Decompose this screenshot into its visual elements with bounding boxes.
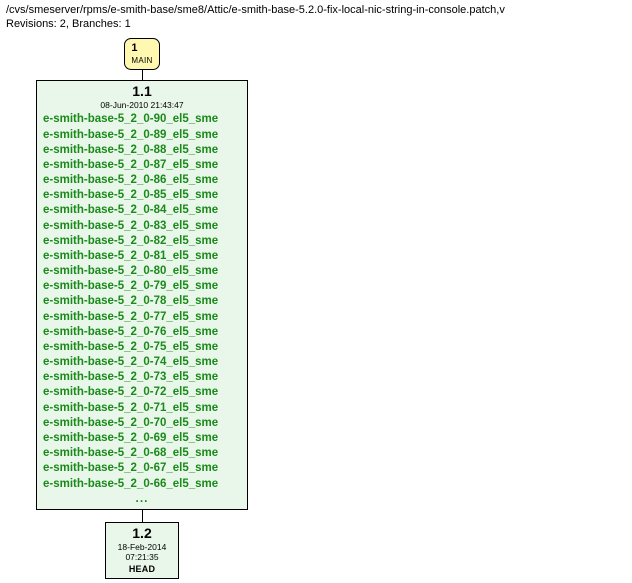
revision-tag: e-smith-base-5_2_0-74_el5_sme <box>43 355 241 370</box>
revision-date: 18-Feb-2014 07:21:35 <box>112 542 172 562</box>
revision-graph: 1 MAIN 1.1 08-Jun-2010 21:43:47 e-smith-… <box>6 36 626 579</box>
revision-node-1-1[interactable]: 1.1 08-Jun-2010 21:43:47 e-smith-base-5_… <box>36 80 248 510</box>
graph-column: 1 MAIN 1.1 08-Jun-2010 21:43:47 e-smith-… <box>36 38 248 579</box>
revision-tag: e-smith-base-5_2_0-79_el5_sme <box>43 279 241 294</box>
revision-tag: e-smith-base-5_2_0-69_el5_sme <box>43 431 241 446</box>
head-label: HEAD <box>112 564 172 574</box>
branch-number: 1 <box>131 43 152 54</box>
revision-tag: e-smith-base-5_2_0-86_el5_sme <box>43 173 241 188</box>
revision-tag: e-smith-base-5_2_0-82_el5_sme <box>43 234 241 249</box>
revision-tag: e-smith-base-5_2_0-80_el5_sme <box>43 264 241 279</box>
connector-line <box>142 70 143 80</box>
revision-tag: e-smith-base-5_2_0-78_el5_sme <box>43 294 241 309</box>
revision-tag: e-smith-base-5_2_0-76_el5_sme <box>43 325 241 340</box>
branch-node-main[interactable]: 1 MAIN <box>124 38 159 70</box>
revision-tag: e-smith-base-5_2_0-72_el5_sme <box>43 385 241 400</box>
revision-tag: e-smith-base-5_2_0-75_el5_sme <box>43 340 241 355</box>
revision-tag: e-smith-base-5_2_0-81_el5_sme <box>43 249 241 264</box>
tag-list: e-smith-base-5_2_0-90_el5_smee-smith-bas… <box>43 112 241 491</box>
tags-ellipsis: ... <box>43 492 241 505</box>
revision-tag: e-smith-base-5_2_0-77_el5_sme <box>43 310 241 325</box>
revision-tag: e-smith-base-5_2_0-88_el5_sme <box>43 143 241 158</box>
connector-line <box>142 510 143 522</box>
revision-title: 1.2 <box>112 526 172 541</box>
revision-tag: e-smith-base-5_2_0-70_el5_sme <box>43 416 241 431</box>
revision-title: 1.1 <box>43 84 241 99</box>
revision-node-1-2[interactable]: 1.2 18-Feb-2014 07:21:35 HEAD <box>105 522 179 579</box>
revisions-summary: Revisions: 2, Branches: 1 <box>6 18 626 30</box>
revision-tag: e-smith-base-5_2_0-73_el5_sme <box>43 370 241 385</box>
revision-tag: e-smith-base-5_2_0-89_el5_sme <box>43 128 241 143</box>
revision-tag: e-smith-base-5_2_0-83_el5_sme <box>43 219 241 234</box>
revision-tag: e-smith-base-5_2_0-85_el5_sme <box>43 188 241 203</box>
revision-tag: e-smith-base-5_2_0-71_el5_sme <box>43 401 241 416</box>
revision-tag: e-smith-base-5_2_0-84_el5_sme <box>43 203 241 218</box>
revision-tag: e-smith-base-5_2_0-87_el5_sme <box>43 158 241 173</box>
revision-date: 08-Jun-2010 21:43:47 <box>43 100 241 110</box>
revision-tag: e-smith-base-5_2_0-68_el5_sme <box>43 446 241 461</box>
revision-tag: e-smith-base-5_2_0-67_el5_sme <box>43 461 241 476</box>
branch-name: MAIN <box>131 56 152 65</box>
file-path: /cvs/smeserver/rpms/e-smith-base/sme8/At… <box>6 4 626 16</box>
revision-tag: e-smith-base-5_2_0-90_el5_sme <box>43 112 241 127</box>
revision-tag: e-smith-base-5_2_0-66_el5_sme <box>43 477 241 492</box>
